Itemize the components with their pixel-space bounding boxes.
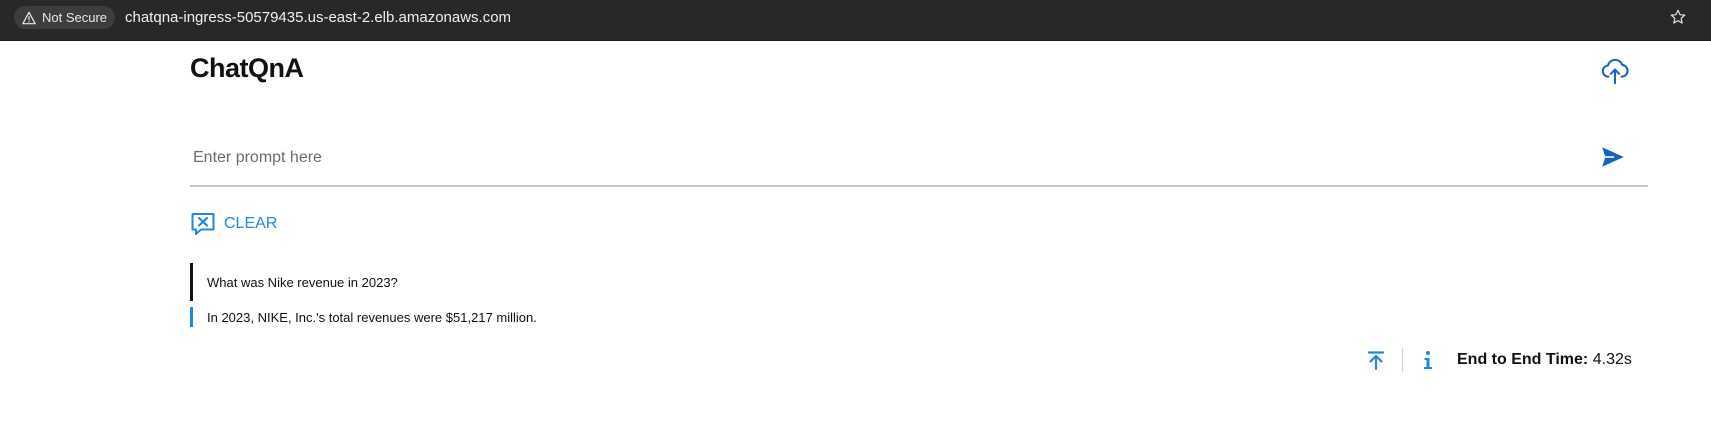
timing-label: End to End Time: xyxy=(1457,351,1589,368)
chat-clear-icon xyxy=(191,213,215,235)
end-to-end-time: End to End Time: 4.32s xyxy=(1457,351,1632,369)
message-text: What was Nike revenue in 2023? xyxy=(207,274,398,290)
app-page: ChatQnA CLEAR What was Nike revenue in 2… xyxy=(0,41,1711,429)
clear-label: CLEAR xyxy=(224,215,278,232)
send-icon[interactable] xyxy=(1600,144,1626,170)
message-text: In 2023, NIKE, Inc.'s total revenues wer… xyxy=(207,309,537,325)
security-indicator[interactable]: Not Secure xyxy=(14,6,116,29)
browser-top-bar: Not Secure chatqna-ingress-50579435.us-e… xyxy=(0,0,1711,41)
info-icon[interactable] xyxy=(1419,350,1437,370)
user-message: What was Nike revenue in 2023? xyxy=(190,263,398,301)
security-label: Not Secure xyxy=(42,10,108,25)
prompt-input[interactable] xyxy=(190,131,1590,185)
response-footer: End to End Time: 4.32s xyxy=(1366,346,1632,374)
assistant-message: In 2023, NIKE, Inc.'s total revenues wer… xyxy=(190,307,537,327)
address-bar-url[interactable]: chatqna-ingress-50579435.us-east-2.elb.a… xyxy=(125,9,511,26)
cloud-upload-icon[interactable] xyxy=(1600,56,1630,86)
arrow-up-to-line-icon[interactable] xyxy=(1366,350,1386,370)
prompt-bar xyxy=(190,131,1648,187)
page-title: ChatQnA xyxy=(190,53,304,83)
timing-value: 4.32s xyxy=(1592,351,1632,368)
star-icon[interactable] xyxy=(1669,8,1687,26)
clear-button[interactable]: CLEAR xyxy=(190,210,277,238)
warning-triangle-icon xyxy=(22,11,36,24)
divider xyxy=(1402,348,1403,372)
